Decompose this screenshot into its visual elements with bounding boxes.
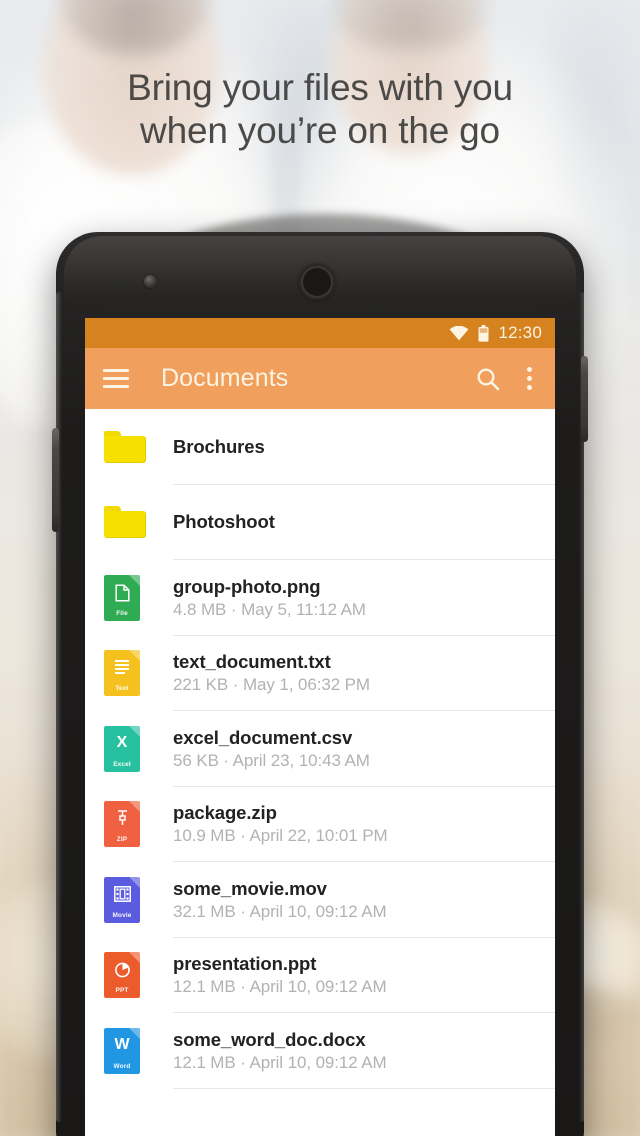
list-item[interactable]: X Excel excel_document.csv 56 KB · April… xyxy=(85,711,555,787)
file-list[interactable]: Brochures Photoshoot File group-photo.pn… xyxy=(85,409,555,1136)
list-item[interactable]: Photoshoot xyxy=(85,484,555,560)
list-item[interactable]: PPT presentation.ppt 12.1 MB · April 10,… xyxy=(85,937,555,1013)
volume-rocker-button[interactable] xyxy=(52,428,59,532)
status-bar: 12:30 xyxy=(85,318,555,348)
excel-file-icon: X Excel xyxy=(104,725,140,772)
file-meta: 56 KB · April 23, 10:43 AM xyxy=(173,750,370,770)
file-meta: 221 KB · May 1, 06:32 PM xyxy=(173,675,370,695)
file-name: group-photo.png xyxy=(173,575,321,597)
promo-screenshot: Bring your files with you when you’re on… xyxy=(0,0,640,1136)
file-icon-label: File xyxy=(116,609,128,617)
front-camera-icon xyxy=(144,275,157,288)
file-icon-label: PPT xyxy=(115,987,129,995)
powerpoint-file-icon: PPT xyxy=(104,952,140,999)
power-button[interactable] xyxy=(581,356,588,442)
file-name: some_movie.mov xyxy=(173,877,327,899)
list-item[interactable]: ZIP package.zip 10.9 MB · April 22, 10:0… xyxy=(85,786,555,862)
phone-bezel-left xyxy=(56,292,62,1122)
list-divider xyxy=(173,1087,555,1089)
file-meta: 32.1 MB · April 10, 09:12 AM xyxy=(173,901,387,921)
list-item[interactable]: Text text_document.txt 221 KB · May 1, 0… xyxy=(85,635,555,711)
battery-icon xyxy=(478,324,489,342)
hamburger-menu-icon[interactable] xyxy=(103,369,129,388)
file-name: Brochures xyxy=(173,435,265,457)
list-item[interactable]: Brochures xyxy=(85,409,555,485)
file-name: presentation.ppt xyxy=(173,953,317,975)
phone-screen: 12:30 Documents Brochures Photoshoot Fil… xyxy=(85,318,555,1136)
file-icon-label: Movie xyxy=(112,911,132,919)
page-title: Documents xyxy=(161,364,289,392)
file-icon: File xyxy=(104,574,140,621)
list-item[interactable]: Movie some_movie.mov 32.1 MB · April 10,… xyxy=(85,862,555,938)
folder-icon xyxy=(104,506,146,539)
file-name: text_document.txt xyxy=(173,651,331,673)
file-meta: 4.8 MB · May 5, 11:12 AM xyxy=(173,599,366,619)
text-file-icon: Text xyxy=(104,650,140,697)
wifi-icon xyxy=(450,325,469,340)
list-item[interactable]: File group-photo.png 4.8 MB · May 5, 11:… xyxy=(85,560,555,636)
file-icon-label: Word xyxy=(113,1062,131,1070)
phone-device: 12:30 Documents Brochures Photoshoot Fil… xyxy=(52,232,588,1136)
file-meta: 12.1 MB · April 10, 09:12 AM xyxy=(173,977,387,997)
file-icon-label: Text xyxy=(115,685,129,693)
file-name: excel_document.csv xyxy=(173,726,353,748)
file-icon-label: Excel xyxy=(113,760,131,768)
overflow-menu-icon[interactable] xyxy=(521,365,538,392)
file-name: Photoshoot xyxy=(173,511,275,533)
file-meta: 12.1 MB · April 10, 09:12 AM xyxy=(173,1052,387,1072)
file-meta: 10.9 MB · April 22, 10:01 PM xyxy=(173,826,388,846)
excel-glyph: X xyxy=(116,733,128,751)
movie-file-icon: Movie xyxy=(104,876,140,923)
folder-icon xyxy=(104,430,146,463)
search-icon[interactable] xyxy=(475,366,501,392)
file-name: package.zip xyxy=(173,802,277,824)
file-name: some_word_doc.docx xyxy=(173,1028,366,1050)
file-icon-label: ZIP xyxy=(116,836,128,844)
headline-line-1: Bring your files with you xyxy=(127,67,513,108)
word-file-icon: W Word xyxy=(104,1027,140,1074)
status-bar-clock: 12:30 xyxy=(498,323,542,342)
earpiece-speaker-icon xyxy=(299,264,335,300)
app-bar: Documents xyxy=(85,348,555,409)
headline-line-2: when you’re on the go xyxy=(140,110,500,151)
word-glyph: W xyxy=(114,1035,130,1053)
zip-file-icon: ZIP xyxy=(104,801,140,848)
promo-headline: Bring your files with you when you’re on… xyxy=(0,66,640,152)
list-item[interactable]: W Word some_word_doc.docx 12.1 MB · Apri… xyxy=(85,1013,555,1089)
